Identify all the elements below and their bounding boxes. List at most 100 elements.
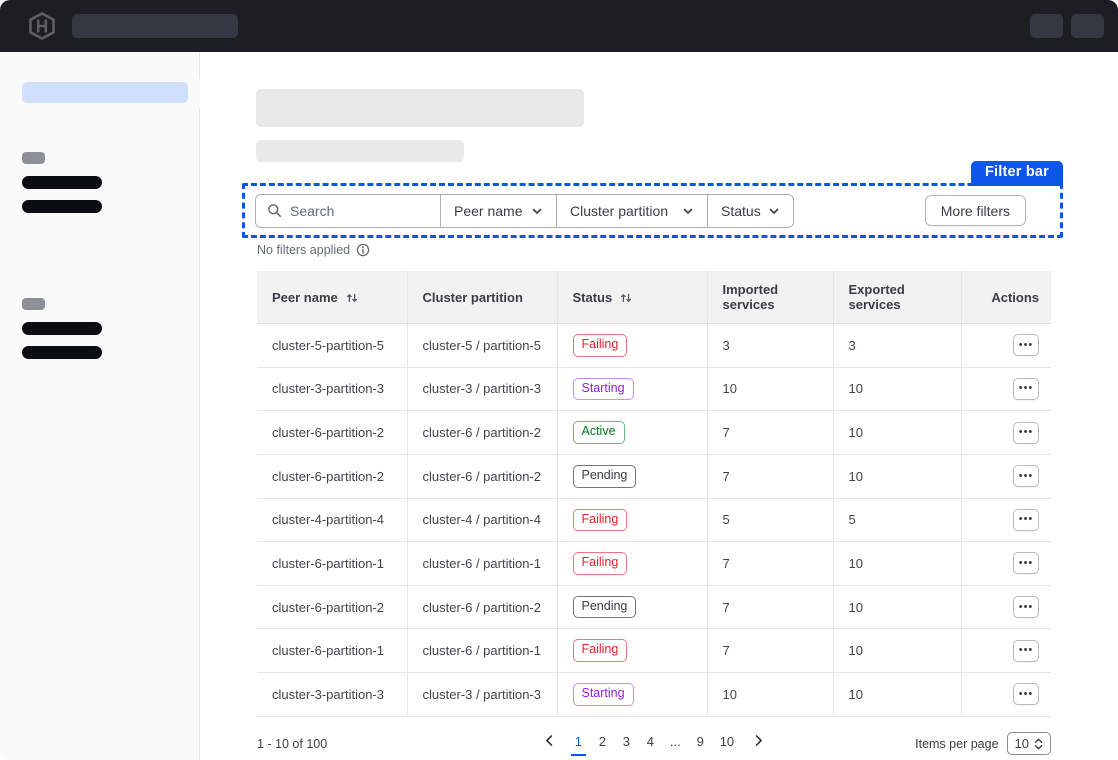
page-number-1[interactable]: 1 xyxy=(571,732,586,756)
hashicorp-logo-icon xyxy=(28,12,56,40)
row-actions-button[interactable]: ••• xyxy=(1013,422,1039,444)
cell-imported-services: 7 xyxy=(707,454,833,498)
cell-imported-services: 10 xyxy=(707,673,833,717)
chevron-down-icon xyxy=(682,205,694,217)
cell-actions: ••• xyxy=(961,498,1051,542)
cell-imported-services: 7 xyxy=(707,542,833,586)
table-row: cluster-5-partition-5cluster-5 / partiti… xyxy=(257,324,1051,368)
column-header-exported-services: Exported services xyxy=(833,271,961,324)
chevron-down-icon xyxy=(768,205,780,217)
cell-imported-services: 7 xyxy=(707,585,833,629)
page-number-2[interactable]: 2 xyxy=(595,732,610,756)
row-actions-button[interactable]: ••• xyxy=(1013,683,1039,705)
row-actions-button[interactable]: ••• xyxy=(1013,465,1039,487)
cell-actions: ••• xyxy=(961,454,1051,498)
status-badge: Pending xyxy=(573,465,637,488)
filter-bar-annotation-box: Filter bar Peer name xyxy=(242,183,1063,238)
cell-cluster-partition: cluster-3 / partition-3 xyxy=(407,367,557,411)
cell-imported-services: 10 xyxy=(707,367,833,411)
items-per-page-select[interactable]: 10 xyxy=(1007,732,1051,755)
cell-cluster-partition: cluster-3 / partition-3 xyxy=(407,673,557,717)
cell-exported-services: 10 xyxy=(833,673,961,717)
topbar-action-skeleton-2 xyxy=(1071,14,1104,38)
column-header-status[interactable]: Status xyxy=(557,271,707,324)
status-badge: Starting xyxy=(573,378,634,401)
more-filters-button[interactable]: More filters xyxy=(925,195,1026,226)
previous-page-button[interactable] xyxy=(537,734,562,753)
cell-peer-name: cluster-5-partition-5 xyxy=(257,324,407,368)
table-row: cluster-6-partition-1cluster-6 / partiti… xyxy=(257,542,1051,586)
row-actions-button[interactable]: ••• xyxy=(1013,596,1039,618)
table-row: cluster-4-partition-4cluster-4 / partiti… xyxy=(257,498,1051,542)
cell-actions: ••• xyxy=(961,324,1051,368)
cell-status: Starting xyxy=(557,673,707,717)
table-row: cluster-3-partition-3cluster-3 / partiti… xyxy=(257,367,1051,411)
cell-status: Failing xyxy=(557,542,707,586)
cell-status: Starting xyxy=(557,367,707,411)
column-label: Cluster partition xyxy=(423,290,523,305)
cell-actions: ••• xyxy=(961,411,1051,455)
peers-table: Peer name Cluster partition Status Imported… xyxy=(257,271,1051,717)
page-number-10[interactable]: 10 xyxy=(717,732,737,756)
table-row: cluster-6-partition-2cluster-6 / partiti… xyxy=(257,411,1051,455)
next-page-button[interactable] xyxy=(746,734,771,753)
page-ellipsis: ... xyxy=(667,732,684,756)
dropdown-label: Peer name xyxy=(454,203,522,219)
main-content: Filter bar Peer name xyxy=(200,52,1118,760)
column-label: Exported services xyxy=(849,282,905,312)
sort-icon xyxy=(346,292,358,304)
annotation-label: Filter bar xyxy=(971,161,1063,186)
column-header-imported-services: Imported services xyxy=(707,271,833,324)
row-actions-button[interactable]: ••• xyxy=(1013,640,1039,662)
column-header-peer-name[interactable]: Peer name xyxy=(257,271,407,324)
row-actions-button[interactable]: ••• xyxy=(1013,552,1039,574)
page-number-4[interactable]: 4 xyxy=(643,732,658,756)
status-badge: Failing xyxy=(573,552,628,575)
select-caret-icon xyxy=(1034,738,1043,750)
column-label: Imported services xyxy=(723,282,779,312)
sort-icon xyxy=(620,292,632,304)
no-filters-text: No filters applied xyxy=(257,243,350,257)
search-field[interactable] xyxy=(256,195,440,227)
cell-imported-services: 5 xyxy=(707,498,833,542)
table-row: cluster-3-partition-3cluster-3 / partiti… xyxy=(257,673,1051,717)
pagination: 1234... 9 10 xyxy=(457,732,851,756)
status-badge: Failing xyxy=(573,334,628,357)
results-range-text: 1 - 10 of 100 xyxy=(257,737,457,751)
cell-exported-services: 10 xyxy=(833,454,961,498)
table-row: cluster-6-partition-2cluster-6 / partiti… xyxy=(257,585,1051,629)
page-number-9[interactable]: 9 xyxy=(693,732,708,756)
filter-dropdown-status[interactable]: Status xyxy=(707,195,793,227)
status-badge: Starting xyxy=(573,683,634,706)
cell-status: Pending xyxy=(557,454,707,498)
row-actions-button[interactable]: ••• xyxy=(1013,509,1039,531)
sidebar-item-skeleton xyxy=(22,322,102,335)
page-title-skeleton xyxy=(256,89,584,127)
top-navigation-bar xyxy=(0,0,1118,52)
column-label: Peer name xyxy=(272,290,338,305)
cell-exported-services: 10 xyxy=(833,411,961,455)
search-input[interactable] xyxy=(290,203,420,219)
cell-status: Pending xyxy=(557,585,707,629)
cell-cluster-partition: cluster-6 / partition-1 xyxy=(407,542,557,586)
info-icon[interactable] xyxy=(356,243,370,257)
topbar-action-skeleton-1 xyxy=(1030,14,1063,38)
chevron-down-icon xyxy=(531,205,543,217)
filter-dropdown-cluster-partition[interactable]: Cluster partition xyxy=(556,195,707,227)
topbar-search-skeleton xyxy=(72,14,238,38)
status-badge: Failing xyxy=(573,509,628,532)
page-number-3[interactable]: 3 xyxy=(619,732,634,756)
cell-exported-services: 10 xyxy=(833,585,961,629)
cell-status: Active xyxy=(557,411,707,455)
sidebar-item-skeleton xyxy=(22,200,102,213)
dropdown-label: Cluster partition xyxy=(570,203,668,219)
items-per-page-value: 10 xyxy=(1015,736,1029,751)
cell-exported-services: 10 xyxy=(833,367,961,411)
row-actions-button[interactable]: ••• xyxy=(1013,378,1039,400)
row-actions-button[interactable]: ••• xyxy=(1013,334,1039,356)
status-badge: Pending xyxy=(573,596,637,619)
cell-actions: ••• xyxy=(961,629,1051,673)
sidebar xyxy=(0,52,200,760)
cell-cluster-partition: cluster-6 / partition-2 xyxy=(407,454,557,498)
filter-dropdown-peer-name[interactable]: Peer name xyxy=(440,195,556,227)
